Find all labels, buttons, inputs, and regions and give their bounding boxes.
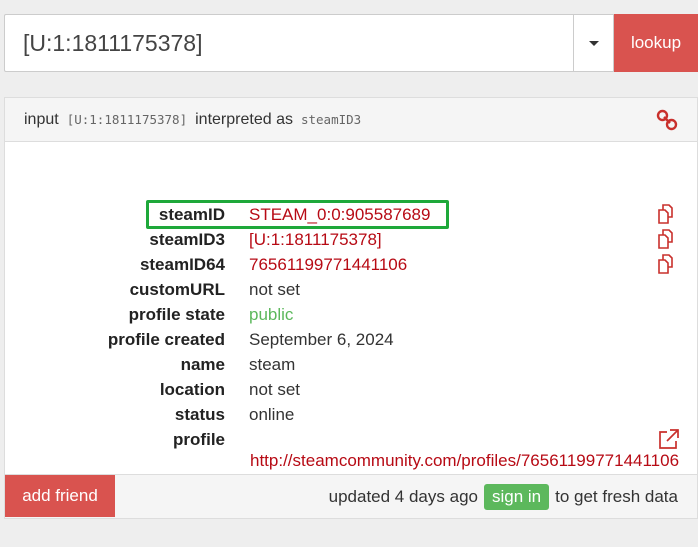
copy-icon[interactable] — [656, 204, 678, 229]
row-steamid64: steamID64 76561199771441106 — [5, 252, 695, 277]
sign-in-button[interactable]: sign in — [483, 484, 550, 510]
fresh-data-text: to get fresh data — [555, 487, 678, 506]
row-value: steam — [249, 354, 296, 374]
row-location: location not set — [5, 377, 695, 402]
row-label: steamID64 — [139, 254, 225, 274]
caret-down-icon — [588, 40, 599, 46]
heading-type-code: steamID3 — [300, 112, 362, 127]
row-label: steamID — [158, 204, 225, 224]
row-value[interactable]: 76561199771441106 — [249, 255, 407, 275]
row-name: name steam — [5, 352, 695, 377]
row-profile: profile — [5, 427, 695, 452]
row-customurl: customURL not set — [5, 277, 695, 302]
panel-heading: input [U:1:1811175378] interpreted as st… — [5, 98, 697, 142]
row-steamid: steamID STEAM_0:0:905587689 — [5, 202, 695, 227]
row-value: September 6, 2024 — [249, 329, 394, 349]
row-label: status — [174, 404, 225, 424]
heading-input-code: [U:1:1811175378] — [66, 112, 188, 127]
row-profile-created: profile created September 6, 2024 — [5, 327, 695, 352]
row-value[interactable]: STEAM_0:0:905587689 — [249, 205, 430, 225]
row-label: profile created — [107, 329, 225, 349]
row-steamid3: steamID3 [U:1:1811175378] — [5, 227, 695, 252]
copy-icon[interactable] — [656, 229, 678, 254]
heading-prefix: input — [24, 110, 59, 128]
row-profile-state: profile state public — [5, 302, 695, 327]
row-label: profile state — [128, 304, 225, 324]
row-label: name — [180, 354, 225, 374]
add-friend-button[interactable]: add friend — [5, 475, 115, 517]
permalink-icon[interactable] — [656, 109, 678, 136]
result-panel: input [U:1:1811175378] interpreted as st… — [4, 97, 698, 519]
updated-text: updated 4 days ago — [328, 487, 478, 506]
panel-body: steamID STEAM_0:0:905587689 steamID3 [U:… — [5, 142, 697, 476]
search-input[interactable] — [4, 14, 573, 72]
row-label: location — [159, 379, 225, 399]
panel-footer: add friend updated 4 days ago sign in to… — [5, 474, 697, 518]
copy-icon[interactable] — [656, 254, 678, 279]
row-label: steamID3 — [149, 229, 225, 249]
row-status: status online — [5, 402, 695, 427]
row-value: public — [249, 304, 294, 324]
row-label: customURL — [129, 279, 225, 299]
row-value[interactable]: [U:1:1811175378] — [249, 230, 382, 250]
heading-middle: interpreted as — [195, 110, 293, 128]
row-value: not set — [249, 379, 301, 399]
lookup-button[interactable]: lookup — [614, 14, 698, 72]
search-dropdown-button[interactable] — [573, 14, 614, 72]
footer-status: updated 4 days ago sign in to get fresh … — [329, 484, 678, 510]
row-value: not set — [249, 279, 301, 299]
row-value: online — [249, 404, 295, 424]
row-label: profile — [173, 429, 225, 449]
search-bar: lookup — [4, 14, 698, 72]
profile-url-link[interactable]: http://steamcommunity.com/profiles/76561… — [250, 451, 679, 471]
